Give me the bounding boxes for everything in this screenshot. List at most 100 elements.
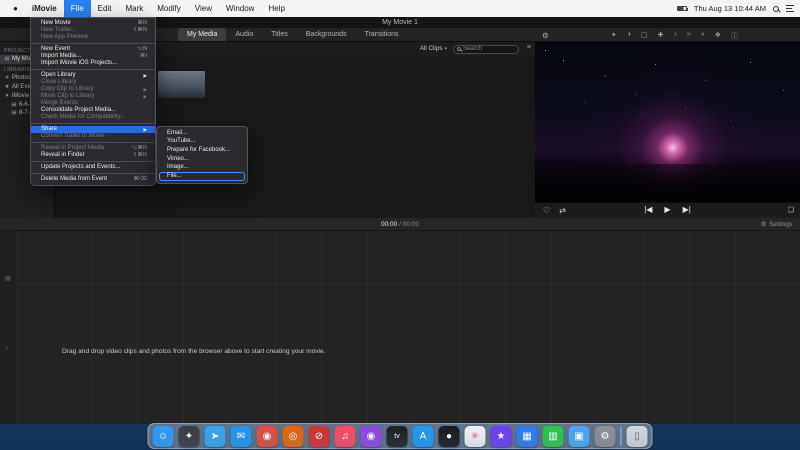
dock-icon-imovie[interactable]: ★ <box>491 426 512 447</box>
tab-transitions[interactable]: Transitions <box>356 28 408 41</box>
menu-separator <box>31 43 155 44</box>
dock-icon-photos[interactable]: ✳ <box>465 426 486 447</box>
dock-icon-firefox[interactable]: ◎ <box>283 426 304 447</box>
menu-item-label: Check Media for Compatibility... <box>41 114 125 121</box>
notification-center-icon[interactable] <box>786 5 794 12</box>
file-menu-item-new-event[interactable]: New Event⌥N <box>31 46 155 53</box>
file-menu-item-share[interactable]: Share▶ <box>31 126 155 133</box>
menu-item-shortcut: ⇧⌘R <box>133 152 147 159</box>
share-item-prepare-for-facebook[interactable]: Prepare for Facebook... <box>157 146 247 155</box>
search-field[interactable] <box>453 45 519 54</box>
next-button[interactable]: ▶| <box>683 205 691 214</box>
chevron-down-icon: ▾ <box>444 46 447 52</box>
dock-icon-podcasts[interactable]: ◉ <box>361 426 382 447</box>
clip-filter-dropdown[interactable]: All Clips ▾ <box>420 45 447 52</box>
timeline[interactable]: ▤ ♪ Drag and drop video clips and photos… <box>0 231 800 424</box>
tab-audio[interactable]: Audio <box>226 28 262 41</box>
event-icon: ▤ <box>11 102 17 108</box>
dock-icon-do-not-disturb[interactable]: ⊘ <box>309 426 330 447</box>
filter-settings-icon[interactable]: ≡ <box>527 44 531 51</box>
menu-window[interactable]: Window <box>219 0 261 17</box>
dock-icon-system-preferences[interactable]: ⚙ <box>595 426 616 447</box>
dock-icon-apple-tv[interactable]: tv <box>387 426 408 447</box>
share-item-file[interactable]: File... <box>159 172 245 181</box>
menu-separator <box>31 142 155 143</box>
photos-icon: ✳ <box>4 75 10 81</box>
auto-enhance-wand-icon[interactable]: ✦ <box>611 31 617 41</box>
menu-edit[interactable]: Edit <box>91 0 119 17</box>
tab-my-media[interactable]: My Media <box>178 28 226 41</box>
viewer <box>535 42 800 202</box>
dock: ☺✦➤✉◉◎⊘♫◉tvA●✳★▦▥▣⚙▯ <box>148 423 653 449</box>
noise-reduction-icon[interactable]: ≈ <box>687 31 691 41</box>
timeline-settings-button[interactable]: ⚙ Settings <box>761 221 792 228</box>
dock-icon-trash[interactable]: ▯ <box>627 426 648 447</box>
timeline-settings-label: Settings <box>769 221 792 228</box>
film-icon: ▤ <box>4 56 10 62</box>
dock-icon-launchpad[interactable]: ✦ <box>179 426 200 447</box>
spotlight-search-icon[interactable] <box>773 6 779 12</box>
menu-mark[interactable]: Mark <box>118 0 150 17</box>
dock-icon-safari[interactable]: ➤ <box>205 426 226 447</box>
menu-item-shortcut: ⌘⌫ <box>133 176 147 183</box>
share-submenu: Email...YouTube...Prepare for Facebook..… <box>156 126 248 184</box>
dock-icon-keynote[interactable]: ▦ <box>517 426 538 447</box>
effects-icon[interactable]: ❖ <box>715 31 721 41</box>
submenu-arrow-icon: ▶ <box>144 93 147 100</box>
file-menu-item-update-projects-and-events[interactable]: Update Projects and Events... <box>31 164 155 171</box>
tab-titles[interactable]: Titles <box>262 28 296 41</box>
dock-icon-preview[interactable]: ▣ <box>569 426 590 447</box>
fullscreen-icon[interactable]: ❏ <box>788 206 794 214</box>
dock-icon-app-store[interactable]: A <box>413 426 434 447</box>
menu-help[interactable]: Help <box>261 0 291 17</box>
dock-icon-numbers[interactable]: ▥ <box>543 426 564 447</box>
stabilization-icon[interactable]: ✚ <box>658 31 664 41</box>
dock-icon-finder[interactable]: ☺ <box>153 426 174 447</box>
search-icon <box>457 47 461 51</box>
dock-icon-chrome[interactable]: ◉ <box>257 426 278 447</box>
clip-thumbnail[interactable] <box>158 71 205 98</box>
dock-icon-camera[interactable]: ● <box>439 426 460 447</box>
menu-item-label: Reveal in Finder <box>41 152 85 159</box>
viewer-control-bar: ♡ ⇄ |◀ ▶ ▶| ❏ <box>535 202 800 218</box>
crossed-arrows-icon[interactable]: ⇄ <box>559 206 566 215</box>
info-icon[interactable]: ⓘ <box>731 31 738 41</box>
file-menu-item-consolidate-project-media[interactable]: Consolidate Project Media... <box>31 107 155 114</box>
dock-icon-mail[interactable]: ✉ <box>231 426 252 447</box>
favorite-heart-icon[interactable]: ♡ <box>543 206 550 215</box>
play-button[interactable]: ▶ <box>664 205 670 214</box>
file-menu-item-open-library[interactable]: Open Library▶ <box>31 72 155 79</box>
disclosure-icon: ▾ <box>4 93 10 99</box>
share-item-youtube[interactable]: YouTube... <box>157 138 247 147</box>
menu-item-label: Copy Clip to Library <box>41 86 94 93</box>
menu-item-shortcut: ⌘N <box>137 20 147 27</box>
dock-icon-music[interactable]: ♫ <box>335 426 356 447</box>
apple-menu[interactable]: ● <box>6 4 25 13</box>
color-balance-icon[interactable]: ◑ <box>627 31 631 41</box>
file-menu-item-new-movie[interactable]: New Movie⌘N <box>31 20 155 27</box>
volume-icon[interactable]: ♪ <box>673 31 677 41</box>
menu-bar-clock[interactable]: Thu Aug 13 10:44 AM <box>694 4 766 13</box>
share-item-email[interactable]: Email... <box>157 129 247 138</box>
speed-icon[interactable]: » <box>701 31 705 41</box>
menu-modify[interactable]: Modify <box>150 0 188 17</box>
menu-item-label: Move Clip to Library <box>41 93 94 100</box>
file-menu-item-import-media[interactable]: Import Media...⌘I <box>31 53 155 60</box>
crop-icon[interactable]: ▢ <box>641 31 648 41</box>
menu-view[interactable]: View <box>188 0 219 17</box>
file-menu-item-import-imovie-ios-projects[interactable]: Import iMovie iOS Projects... <box>31 60 155 67</box>
menu-item-label: Import Media... <box>41 53 81 60</box>
menu-file[interactable]: File <box>64 0 91 17</box>
search-input[interactable] <box>463 46 515 52</box>
timeline-left-rail: ▤ ♪ <box>0 231 18 424</box>
wrench-icon[interactable]: ⚙ <box>542 31 549 40</box>
menu-separator <box>31 173 155 174</box>
previous-button[interactable]: |◀ <box>644 205 652 214</box>
file-menu-item-move-clip-to-library: Move Clip to Library ▶ <box>31 93 155 100</box>
file-menu-item-delete-media-from-event[interactable]: Delete Media from Event⌘⌫ <box>31 176 155 183</box>
share-item-vimeo[interactable]: Vimeo... <box>157 155 247 164</box>
tab-backgrounds[interactable]: Backgrounds <box>297 28 356 41</box>
share-item-image[interactable]: Image... <box>157 163 247 172</box>
file-menu-item-reveal-in-finder[interactable]: Reveal in Finder ⇧⌘R <box>31 152 155 159</box>
menu-imovie[interactable]: iMovie <box>25 0 64 17</box>
